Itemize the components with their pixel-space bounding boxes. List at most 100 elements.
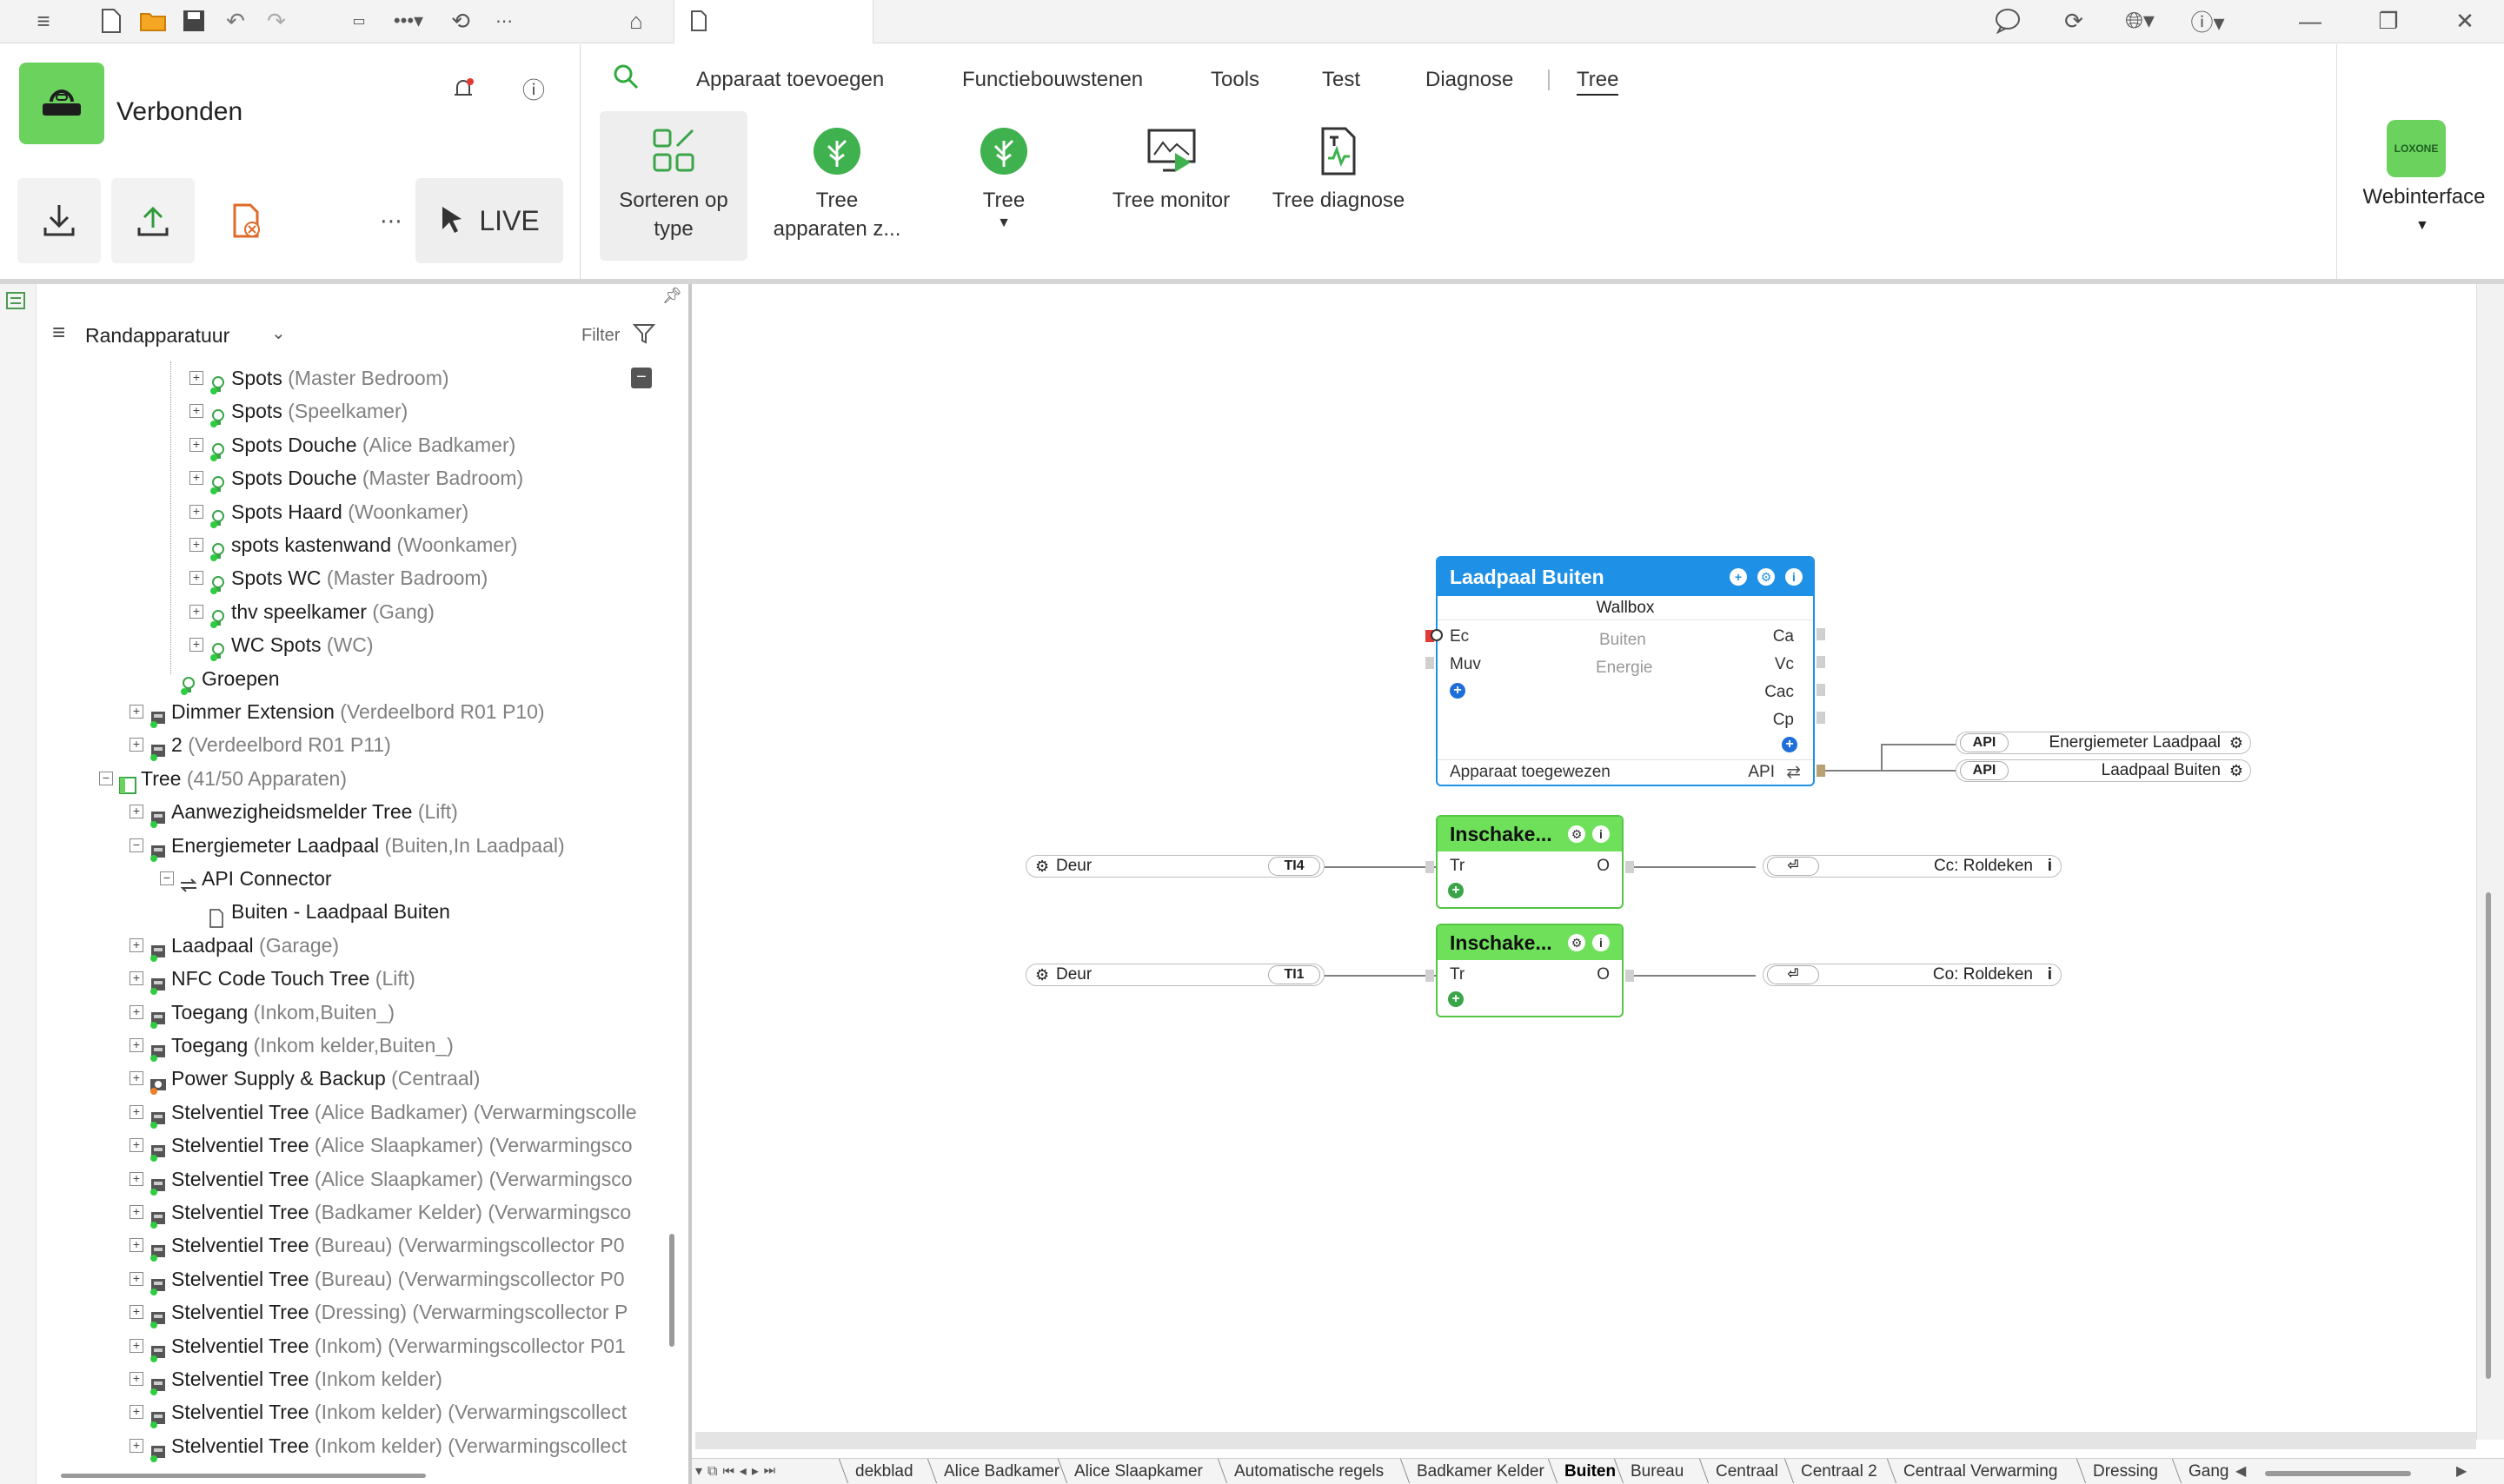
tree-horizontal-scrollbar[interactable]	[61, 1474, 426, 1478]
api-output-port[interactable]	[1817, 765, 1825, 777]
tree-item[interactable]: spots kastenwand (Woonkamer)	[209, 528, 517, 561]
page-tab[interactable]: Gang	[2189, 1462, 2228, 1481]
home-tab[interactable]: ⌂	[600, 0, 674, 43]
expand-icon[interactable]: +	[130, 738, 143, 752]
api-ref-energiemeter[interactable]: API Energiemeter Laadpaal ⚙	[1956, 732, 2251, 754]
expand-icon[interactable]: +	[189, 404, 203, 418]
save-icon[interactable]	[178, 5, 209, 36]
settings-icon[interactable]: ⚙	[1568, 825, 1585, 843]
page-tab[interactable]: Buiten	[1564, 1462, 1616, 1481]
switch-1-input-port[interactable]	[1425, 861, 1434, 873]
tree-item[interactable]: Stelventiel Tree (Alice Slaapkamer) (Ver…	[149, 1129, 633, 1162]
info-icon[interactable]: i	[1592, 934, 1610, 951]
collapse-icon[interactable]: −	[130, 838, 143, 852]
tree-item[interactable]: Stelventiel Tree (Alice Badkamer) (Verwa…	[149, 1096, 637, 1129]
expand-icon[interactable]: +	[130, 1305, 143, 1319]
help-dropdown-icon[interactable]: ⓘ▾	[2182, 5, 2234, 36]
notification-bell-icon[interactable]	[448, 73, 479, 104]
expand-icon[interactable]: +	[130, 1138, 143, 1152]
page-tab[interactable]: Alice Badkamer	[944, 1462, 1059, 1481]
collapse-icon[interactable]: −	[99, 772, 113, 785]
page-tab[interactable]: Centraal	[1716, 1462, 1778, 1481]
expand-icon[interactable]: +	[130, 1372, 143, 1386]
page-tab[interactable]: Badkamer Kelder	[1417, 1462, 1544, 1481]
tree-item[interactable]: API Connector	[179, 862, 332, 895]
menu-tools[interactable]: Tools	[1211, 68, 1259, 92]
settings-icon[interactable]: ⚙	[1757, 568, 1775, 586]
undo-icon[interactable]: ↶	[220, 5, 251, 36]
more-options-icon[interactable]: ⋯	[375, 205, 407, 236]
output-cp-port[interactable]	[1817, 712, 1825, 724]
info-icon[interactable]: ⓘ	[518, 73, 549, 104]
tree-item[interactable]: Toegang (Inkom,Buiten_)	[149, 996, 395, 1029]
page-tab[interactable]: Dressing	[2093, 1462, 2158, 1481]
tree-devices-button[interactable]: Tree apparaten z...	[767, 111, 907, 261]
redo-icon[interactable]: ↷	[261, 5, 292, 36]
menu-diagnose[interactable]: Diagnose	[1425, 68, 1513, 92]
settings-icon[interactable]: ⚙	[1035, 964, 1049, 985]
tree-item[interactable]: Stelventiel Tree (Inkom kelder)	[149, 1362, 442, 1395]
tree-item[interactable]: Toegang (Inkom kelder,Buiten_)	[149, 1029, 454, 1062]
tree-item[interactable]: Stelventiel Tree (Dressing) (Verwarmings…	[149, 1295, 628, 1328]
expand-icon[interactable]: +	[130, 805, 143, 818]
live-view-button[interactable]: LIVE	[415, 178, 563, 263]
output-cac-port[interactable]	[1817, 684, 1825, 696]
switch-block-2-header[interactable]: Inschake... ⚙ i	[1438, 925, 1622, 960]
discard-changes-button[interactable]	[205, 178, 289, 263]
expand-icon[interactable]: +	[130, 1105, 143, 1119]
pin-icon[interactable]: 📌︎	[662, 287, 682, 305]
switch-block-1-header[interactable]: Inschake... ⚙ i	[1438, 817, 1622, 851]
expand-icon[interactable]: +	[130, 1205, 143, 1219]
sync-icon[interactable]: ⟳	[2058, 5, 2089, 36]
output-ca-port[interactable]	[1817, 628, 1825, 640]
tree-category-select[interactable]: Randapparatuur	[85, 324, 229, 348]
tree-item[interactable]: Spots Haard (Woonkamer)	[209, 495, 468, 528]
page-tab[interactable]: Bureau	[1631, 1462, 1684, 1481]
expand-icon[interactable]: +	[189, 605, 203, 619]
settings-icon[interactable]: ⚙	[2229, 760, 2243, 781]
collapse-icon[interactable]: −	[160, 871, 174, 885]
tabs-scroll-thumb[interactable]	[2265, 1471, 2411, 1476]
canvas-scroll-thumb[interactable]	[2486, 892, 2491, 1379]
chat-icon[interactable]	[1992, 5, 2023, 36]
tree-item[interactable]: Stelventiel Tree (Inkom) (Verwarmingscol…	[149, 1329, 626, 1362]
save-to-miniserver-button[interactable]	[111, 178, 195, 263]
expand-icon[interactable]: +	[130, 1038, 143, 1052]
hamburger-menu-icon[interactable]: ≡	[28, 5, 59, 36]
expand-icon[interactable]: +	[130, 1405, 143, 1419]
collapse-all-icon[interactable]: −	[631, 368, 652, 388]
document-tab[interactable]	[674, 0, 873, 43]
webinterface-button[interactable]: LOXONE Webinterface ▼	[2336, 44, 2504, 279]
expand-icon[interactable]: +	[189, 571, 203, 585]
tree-item[interactable]: Stelventiel Tree (Bureau) (Verwarmingsco…	[149, 1262, 625, 1295]
info-icon[interactable]: i	[2048, 856, 2052, 877]
output-ref-co-roldeken[interactable]: ⏎ Co: Roldeken i	[1763, 964, 2062, 986]
search-icon[interactable]	[612, 63, 640, 95]
filter-icon[interactable]	[632, 322, 656, 349]
tree-item[interactable]: Spots WC (Master Badroom)	[209, 561, 488, 594]
tree-item[interactable]: Buiten - Laadpaal Buiten	[209, 895, 450, 928]
tree-diagnose-button[interactable]: Tree diagnose	[1269, 111, 1408, 261]
tree-item[interactable]: 2 (Verdeelbord R01 P11)	[149, 728, 391, 761]
minimize-icon[interactable]: —	[2295, 5, 2326, 36]
properties-icon[interactable]	[5, 289, 28, 312]
scroll-right-icon[interactable]: ▶	[2456, 1462, 2467, 1480]
tree-item[interactable]: Spots Douche (Master Badroom)	[209, 461, 523, 494]
expand-icon[interactable]: +	[189, 505, 203, 519]
canvas-vertical-scrollbar[interactable]	[2476, 284, 2504, 1440]
switch-1-output-port[interactable]	[1625, 861, 1634, 873]
menu-functiebouwstenen[interactable]: Functiebouwstenen	[962, 68, 1143, 92]
tree-item[interactable]: Stelventiel Tree (Inkom kelder) (Verwarm…	[149, 1429, 627, 1462]
expand-icon[interactable]: +	[130, 938, 143, 952]
expand-icon[interactable]: +	[130, 971, 143, 985]
canvas-horizontal-scrollbar[interactable]	[695, 1432, 2476, 1449]
add-input-icon[interactable]: +	[1448, 883, 1464, 898]
input-ref-deur-ti1[interactable]: ⚙ Deur TI1	[1026, 964, 1325, 986]
menu-tree-tab[interactable]: Tree	[1577, 68, 1619, 96]
expand-icon[interactable]: +	[130, 1071, 143, 1085]
menu-test[interactable]: Test	[1322, 68, 1360, 92]
switch-block-1[interactable]: Inschake... ⚙ i Tr O +	[1436, 815, 1624, 909]
page-navigation-icons[interactable]: ▾⧉⏮◂▸⏭	[695, 1462, 780, 1480]
sort-by-type-button[interactable]: Sorteren op type	[600, 111, 747, 261]
tree-item[interactable]: Power Supply & Backup (Centraal)	[149, 1062, 480, 1095]
